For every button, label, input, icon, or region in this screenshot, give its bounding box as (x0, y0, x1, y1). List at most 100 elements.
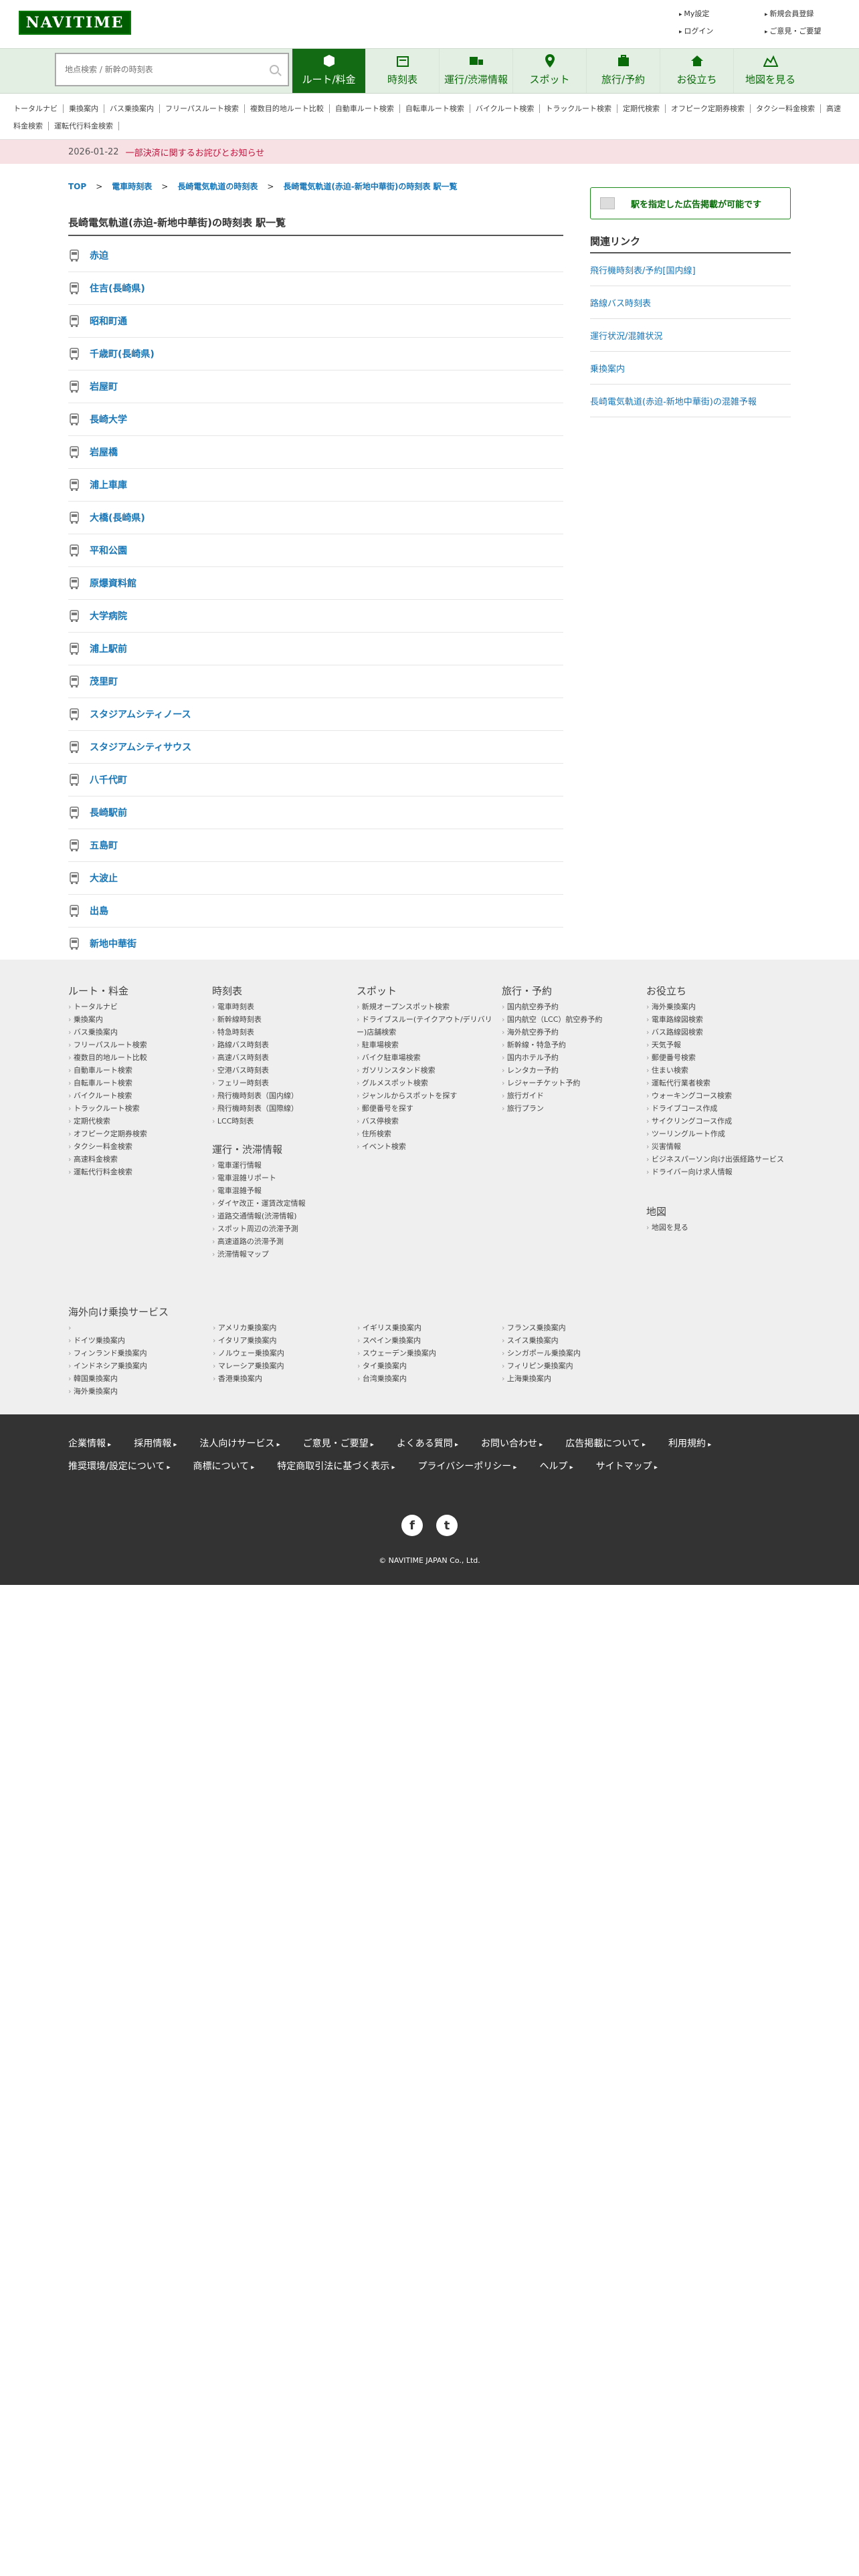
footer-link[interactable]: レジャーチケット予約 (502, 1077, 602, 1089)
bottom-link[interactable]: プライバシーポリシー (418, 1456, 517, 1479)
subnav-link[interactable]: 自動車ルート検索 (329, 104, 400, 113)
footer-link[interactable]: 定期代検索 (68, 1115, 147, 1128)
facebook-icon[interactable]: f (401, 1515, 423, 1536)
footer-link[interactable]: 海外航空券予約 (502, 1026, 602, 1039)
station-row[interactable]: 原爆資料館 (68, 567, 563, 600)
footer-link[interactable]: 運転代行料金検索 (68, 1166, 147, 1178)
footer-link[interactable]: 空港バス時刻表 (212, 1064, 298, 1077)
bottom-link[interactable]: 商標について (193, 1456, 255, 1479)
subnav-link[interactable]: トラックルート検索 (540, 104, 618, 113)
station-row[interactable]: 岩屋町 (68, 370, 563, 403)
station-name[interactable]: 長崎大学 (90, 413, 127, 426)
footer-link[interactable]: ノルウェー乗換案内 (213, 1347, 357, 1360)
footer-link[interactable]: ウォーキングコース検索 (646, 1089, 793, 1102)
footer-link[interactable]: 旅行ガイド (502, 1089, 602, 1102)
footer-link[interactable]: LCC時刻表 (212, 1115, 298, 1128)
footer-link[interactable]: インドネシア乗換案内 (68, 1360, 213, 1372)
station-row[interactable]: 浦上駅前 (68, 633, 563, 665)
footer-link[interactable]: ジャンルからスポットを探す (357, 1089, 497, 1102)
footer-link[interactable]: バス路線図検索 (646, 1026, 793, 1039)
footer-link[interactable]: スポット周辺の渋滞予測 (212, 1222, 306, 1235)
footer-link[interactable]: フリーパスルート検索 (68, 1039, 147, 1051)
bottom-link[interactable]: お問い合わせ (481, 1433, 543, 1456)
footer-link[interactable]: 特急時刻表 (212, 1026, 298, 1039)
footer-link[interactable]: サイクリングコース作成 (646, 1115, 793, 1128)
footer-link[interactable]: 海外乗換案内 (68, 1385, 213, 1398)
footer-link[interactable]: レンタカー予約 (502, 1064, 602, 1077)
station-name[interactable]: 住吉(長崎県) (90, 282, 145, 295)
footer-link[interactable]: 国内ホテル予約 (502, 1051, 602, 1064)
footer-link[interactable]: アメリカ乗換案内 (213, 1321, 357, 1334)
footer-link[interactable]: 香港乗換案内 (213, 1372, 357, 1385)
footer-link[interactable]: 電車時刻表 (212, 1000, 298, 1013)
ad-button[interactable]: 駅を指定した広告掲載が可能です (590, 187, 791, 219)
feedback-link[interactable]: ご意見・ご要望 (765, 25, 846, 36)
footer-link[interactable]: 災害情報 (646, 1140, 793, 1153)
navitime-logo[interactable]: NAVITIME (19, 11, 131, 35)
footer-link[interactable]: 天気予報 (646, 1039, 793, 1051)
footer-link[interactable]: ガソリンスタンド検索 (357, 1064, 497, 1077)
station-row[interactable]: 新地中華街 (68, 928, 563, 960)
station-name[interactable]: 大波止 (90, 871, 118, 885)
station-row[interactable]: 平和公園 (68, 534, 563, 567)
breadcrumb-top[interactable]: TOP (68, 182, 86, 191)
nav-tab-5[interactable]: お役立ち (660, 49, 733, 93)
footer-link[interactable]: 郵便番号を探す (357, 1102, 497, 1115)
breadcrumb-current[interactable]: 長崎電気軌道(赤迫-新地中華街)の時刻表 駅一覧 (283, 181, 457, 192)
station-name[interactable]: 平和公園 (90, 544, 127, 557)
bottom-link[interactable]: 推奨環境/設定について (68, 1456, 171, 1479)
footer-link[interactable]: 高速バス時刻表 (212, 1051, 298, 1064)
footer-link[interactable]: 住所検索 (357, 1128, 497, 1140)
bottom-link[interactable]: 企業情報 (68, 1433, 111, 1456)
station-row[interactable]: 赤迫 (68, 239, 563, 272)
station-name[interactable]: 原爆資料館 (90, 576, 136, 590)
subnav-link[interactable]: フリーパスルート検索 (160, 104, 245, 113)
subnav-link[interactable]: オフピーク定期券検索 (666, 104, 751, 113)
station-row[interactable]: 出島 (68, 895, 563, 928)
footer-link[interactable]: バイクルート検索 (68, 1089, 147, 1102)
subnav-link[interactable]: タクシー料金検索 (751, 104, 822, 113)
station-name[interactable]: 五島町 (90, 839, 118, 852)
nav-tab-0[interactable]: ルート/料金 (292, 49, 365, 93)
station-row[interactable]: 茂里町 (68, 665, 563, 698)
station-row[interactable]: 千歳町(長崎県) (68, 338, 563, 370)
footer-link[interactable]: トラックルート検索 (68, 1102, 147, 1115)
subnav-link[interactable]: 定期代検索 (617, 104, 666, 113)
station-name[interactable]: 大学病院 (90, 609, 127, 623)
station-row[interactable]: スタジアムシティサウス (68, 731, 563, 764)
subnav-link[interactable]: 自転車ルート検索 (399, 104, 470, 113)
station-name[interactable]: スタジアムシティノース (90, 708, 191, 721)
footer-link[interactable]: 駐車場検索 (357, 1039, 497, 1051)
footer-link[interactable]: 道路交通情報(渋滞情報) (212, 1210, 306, 1222)
station-row[interactable]: 住吉(長崎県) (68, 272, 563, 305)
footer-link[interactable]: 飛行機時刻表（国内線） (212, 1089, 298, 1102)
footer-link[interactable]: 電車路線図検索 (646, 1013, 793, 1026)
footer-link[interactable]: フランス乗換案内 (502, 1321, 646, 1334)
bottom-link[interactable]: 採用情報 (134, 1433, 177, 1456)
notice-text[interactable]: 一部決済に関するお詫びとお知らせ (126, 146, 265, 158)
station-name[interactable]: 岩屋町 (90, 380, 118, 393)
footer-link[interactable]: 旅行プラン (502, 1102, 602, 1115)
nav-tab-3[interactable]: スポット (512, 49, 586, 93)
station-row[interactable]: 昭和町通 (68, 305, 563, 338)
footer-link[interactable]: スイス乗換案内 (502, 1334, 646, 1347)
station-name[interactable]: 浦上車庫 (90, 478, 127, 492)
station-row[interactable]: 大学病院 (68, 600, 563, 633)
footer-link[interactable]: ドライブスルー(テイクアウト/デリバリー)店舗検索 (357, 1013, 497, 1039)
footer-link[interactable]: フィンランド乗換案内 (68, 1347, 213, 1360)
bottom-link[interactable]: 法人向けサービス (199, 1433, 280, 1456)
station-name[interactable]: スタジアムシティサウス (90, 740, 191, 754)
register-link[interactable]: 新規会員登録 (765, 8, 846, 19)
footer-link[interactable]: 上海乗換案内 (502, 1372, 646, 1385)
station-row[interactable]: 長崎大学 (68, 403, 563, 436)
footer-link[interactable]: ドイツ乗換案内 (68, 1334, 213, 1347)
footer-link[interactable]: 飛行機時刻表（国際線） (212, 1102, 298, 1115)
notice-bar[interactable]: 2026-01-22 一部決済に関するお詫びとお知らせ (0, 140, 859, 164)
footer-link[interactable]: 自動車ルート検索 (68, 1064, 147, 1077)
footer-link[interactable]: タクシー料金検索 (68, 1140, 147, 1153)
station-name[interactable]: 赤迫 (90, 249, 108, 262)
related-link[interactable]: 運行状況/混雑状況 (590, 319, 791, 352)
subnav-link[interactable]: トータルナビ (13, 104, 64, 113)
bottom-link[interactable]: 利用規約 (668, 1433, 711, 1456)
subnav-link[interactable]: バイクルート検索 (470, 104, 541, 113)
